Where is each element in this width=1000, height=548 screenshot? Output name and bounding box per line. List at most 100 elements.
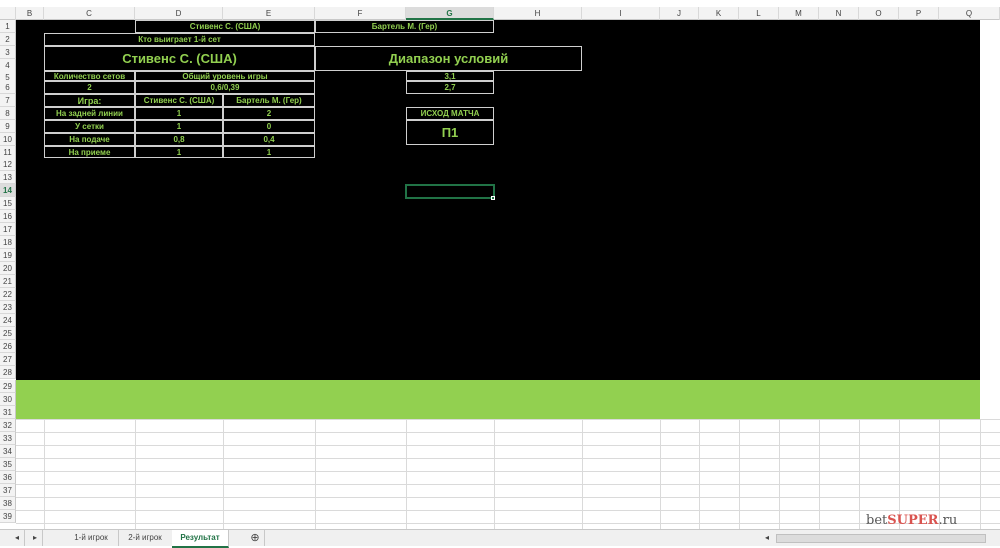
green-band: [16, 380, 980, 419]
grid-line: [739, 419, 740, 529]
stat-p1-cell[interactable]: 1: [135, 146, 223, 158]
row-header[interactable]: 24: [0, 314, 16, 327]
column-header[interactable]: K: [699, 7, 739, 20]
question-cell[interactable]: Кто выиграет 1-й сет: [44, 33, 315, 46]
fill-handle[interactable]: [491, 196, 495, 200]
stat-label-cell[interactable]: На приеме: [44, 146, 135, 158]
col-p1-cell[interactable]: Стивенс С. (США): [135, 94, 223, 107]
stat-label-cell[interactable]: У сетки: [44, 120, 135, 133]
row-header[interactable]: 36: [0, 471, 16, 484]
column-header-selected[interactable]: G: [406, 7, 494, 20]
select-all-corner[interactable]: [0, 7, 16, 20]
row-header[interactable]: 19: [0, 249, 16, 262]
row-header[interactable]: 23: [0, 301, 16, 314]
outcome-value-cell[interactable]: П1: [406, 120, 494, 145]
row-header[interactable]: 25: [0, 327, 16, 340]
sets-label-cell[interactable]: Количество сетов: [44, 71, 135, 81]
stat-label-cell[interactable]: На задней линии: [44, 107, 135, 120]
row-header[interactable]: 2: [0, 33, 16, 46]
row-header[interactable]: 7: [0, 94, 16, 107]
stat-p2-cell[interactable]: 0,4: [223, 133, 315, 146]
column-header[interactable]: M: [779, 7, 819, 20]
row-header[interactable]: 21: [0, 275, 16, 288]
row-header[interactable]: 20: [0, 262, 16, 275]
row-header[interactable]: 13: [0, 171, 16, 184]
stat-label-cell[interactable]: На подаче: [44, 133, 135, 146]
range-value1-cell[interactable]: 3,1: [406, 71, 494, 81]
row-header[interactable]: 12: [0, 158, 16, 171]
tab-result[interactable]: Результат: [172, 530, 229, 548]
stat-p2-cell[interactable]: 0: [223, 120, 315, 133]
col-p2-cell[interactable]: Бартель М. (Гер): [223, 94, 315, 107]
column-header[interactable]: D: [135, 7, 223, 20]
range-title-cell[interactable]: Диапазон условий: [315, 46, 582, 71]
column-header[interactable]: F: [315, 7, 406, 20]
column-header[interactable]: L: [739, 7, 779, 20]
row-header[interactable]: 34: [0, 445, 16, 458]
row-header[interactable]: 38: [0, 497, 16, 510]
tab-player1[interactable]: 1-й игрок: [64, 530, 119, 546]
column-header[interactable]: N: [819, 7, 859, 20]
column-header[interactable]: P: [899, 7, 939, 20]
column-header[interactable]: Q: [939, 7, 1000, 20]
stat-p2-cell[interactable]: 2: [223, 107, 315, 120]
level-label-cell[interactable]: Общий уровень игры: [135, 71, 315, 81]
row-header[interactable]: 16: [0, 210, 16, 223]
row-header[interactable]: 27: [0, 353, 16, 366]
row-header[interactable]: 32: [0, 419, 16, 432]
range-value2-cell[interactable]: 2,7: [406, 81, 494, 94]
row-header[interactable]: 1: [0, 20, 16, 33]
sets-value-cell[interactable]: 2: [44, 81, 135, 94]
column-header[interactable]: H: [494, 7, 582, 20]
player1-header-cell[interactable]: Стивенс С. (США): [135, 20, 315, 33]
selected-cell-g14[interactable]: [405, 184, 495, 199]
column-header-bar: B C D E F G H I J K L M N O P Q: [0, 7, 1000, 20]
outcome-label-cell[interactable]: ИСХОД МАТЧА: [406, 107, 494, 120]
row-header[interactable]: 17: [0, 223, 16, 236]
hscroll-left-icon[interactable]: ◂: [760, 530, 774, 546]
row-header[interactable]: 9: [0, 120, 16, 133]
grid-line: [406, 419, 407, 529]
player2-header-cell[interactable]: Бартель М. (Гер): [315, 20, 494, 33]
stat-p2-cell[interactable]: 1: [223, 146, 315, 158]
column-header[interactable]: I: [582, 7, 660, 20]
level-value-cell[interactable]: 0,6/0,39: [135, 81, 315, 94]
horizontal-scrollbar[interactable]: [776, 534, 986, 543]
tab-scroll-right-icon[interactable]: ▸: [28, 530, 43, 546]
row-header[interactable]: 35: [0, 458, 16, 471]
row-header[interactable]: 26: [0, 340, 16, 353]
row-header[interactable]: 39: [0, 510, 16, 523]
tab-player2[interactable]: 2-й игрок: [118, 530, 173, 546]
stat-p1-cell[interactable]: 0,8: [135, 133, 223, 146]
row-header[interactable]: 22: [0, 288, 16, 301]
row-header[interactable]: 14: [0, 184, 16, 197]
grid-line: [494, 419, 495, 529]
empty-cell-grid[interactable]: [16, 419, 1000, 529]
column-header[interactable]: O: [859, 7, 899, 20]
row-header[interactable]: 29: [0, 380, 16, 393]
grid-line: [859, 419, 860, 529]
watermark-suffix: .ru: [938, 513, 958, 528]
row-header[interactable]: 18: [0, 236, 16, 249]
row-header[interactable]: 8: [0, 107, 16, 120]
row-header[interactable]: 33: [0, 432, 16, 445]
row-header[interactable]: 3: [0, 46, 16, 59]
column-header[interactable]: E: [223, 7, 315, 20]
add-sheet-icon[interactable]: ⊕: [246, 530, 265, 546]
column-header[interactable]: B: [16, 7, 44, 20]
row-header[interactable]: 15: [0, 197, 16, 210]
row-header[interactable]: 37: [0, 484, 16, 497]
column-header[interactable]: J: [660, 7, 699, 20]
row-header[interactable]: 31: [0, 406, 16, 419]
row-header[interactable]: 30: [0, 393, 16, 406]
column-header[interactable]: C: [44, 7, 135, 20]
grid-line: [135, 419, 136, 529]
row-header[interactable]: 10: [0, 133, 16, 146]
tab-scroll-left-icon[interactable]: ◂: [10, 530, 25, 546]
row-header[interactable]: 28: [0, 366, 16, 379]
big-player-cell[interactable]: Стивенс С. (США): [44, 46, 315, 71]
row-header[interactable]: 6: [0, 81, 16, 94]
stat-p1-cell[interactable]: 1: [135, 107, 223, 120]
stat-p1-cell[interactable]: 1: [135, 120, 223, 133]
game-label-cell[interactable]: Игра:: [44, 94, 135, 107]
